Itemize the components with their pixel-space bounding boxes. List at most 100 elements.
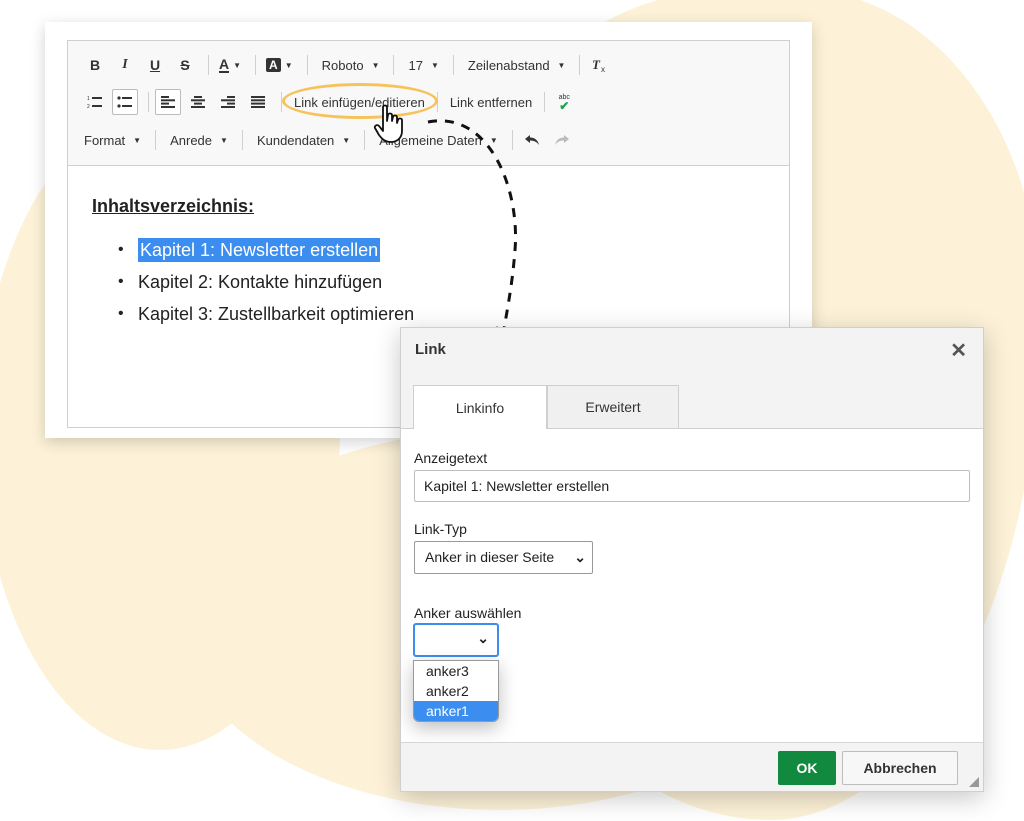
font-family-select[interactable]: Roboto ▼ xyxy=(314,52,388,78)
toolbar-separator xyxy=(452,55,454,75)
justify-button[interactable] xyxy=(245,89,271,115)
svg-text:T: T xyxy=(592,57,601,72)
anchor-label: Anker auswählen xyxy=(414,605,522,621)
toolbar-separator xyxy=(255,55,257,75)
clear-format-button[interactable]: Tx xyxy=(586,52,612,78)
chevron-down-icon: ▼ xyxy=(233,60,242,70)
anchor-select[interactable]: ⌄ xyxy=(413,623,499,657)
list-item: Kapitel 3: Zustellbarkeit optimieren xyxy=(114,298,414,330)
chevron-down-icon: ⌄ xyxy=(477,630,489,646)
undo-icon xyxy=(524,135,539,145)
dialog-title: Link xyxy=(415,341,446,358)
document-list: Kapitel 1: Newsletter erstellen Kapitel … xyxy=(114,234,414,330)
customer-data-select[interactable]: Kundendaten ▼ xyxy=(249,127,358,153)
bold-button[interactable]: B xyxy=(82,52,108,78)
dialog-footer: OK Abbrechen xyxy=(401,742,983,791)
numbered-list-icon: 12 xyxy=(87,96,102,109)
customer-data-value: Kundendaten xyxy=(256,132,335,148)
highlight-circle xyxy=(282,83,438,119)
link-type-value: Anker in dieser Seite xyxy=(425,549,555,565)
align-center-button[interactable] xyxy=(185,89,211,115)
spellcheck-button[interactable]: abc ✔ xyxy=(551,89,577,115)
align-center-icon xyxy=(191,96,205,108)
font-family-value: Roboto xyxy=(321,57,364,73)
chevron-down-icon: ▼ xyxy=(430,60,439,70)
redo-button[interactable] xyxy=(549,127,575,153)
close-icon[interactable]: ✕ xyxy=(950,338,967,363)
anchor-option[interactable]: anker3 xyxy=(414,661,498,681)
italic-button[interactable]: I xyxy=(112,52,138,78)
text-color-icon: A xyxy=(219,56,230,73)
checkmark-icon: ✔ xyxy=(559,99,570,113)
chevron-down-icon: ▼ xyxy=(557,60,566,70)
cancel-button[interactable]: Abbrechen xyxy=(842,751,958,785)
svg-text:x: x xyxy=(601,65,605,73)
anchor-dropdown: anker3 anker2 anker1 xyxy=(413,660,499,722)
strikethrough-button[interactable]: S xyxy=(172,52,198,78)
undo-button[interactable] xyxy=(519,127,545,153)
ok-button[interactable]: OK xyxy=(778,751,836,785)
background-color-button[interactable]: A ▼ xyxy=(262,52,297,78)
dialog-tabs: Linkinfo Erweitert xyxy=(401,373,983,429)
svg-text:1: 1 xyxy=(87,96,90,102)
link-dialog: Link ✕ Linkinfo Erweitert Anzeigetext Ka… xyxy=(400,327,984,792)
bullet-list-icon xyxy=(117,96,132,108)
salutation-select[interactable]: Anrede ▼ xyxy=(162,127,236,153)
font-size-value: 17 xyxy=(408,57,423,73)
redo-icon xyxy=(554,135,569,145)
remove-link-button[interactable]: Link entfernen xyxy=(444,89,538,115)
salutation-value: Anrede xyxy=(170,132,213,148)
tab-linkinfo[interactable]: Linkinfo xyxy=(413,385,547,429)
tab-erweitert[interactable]: Erweitert xyxy=(547,385,679,428)
link-type-label: Link-Typ xyxy=(414,521,467,537)
align-right-icon xyxy=(221,96,235,108)
clear-format-icon: Tx xyxy=(592,57,605,73)
toolbar-separator xyxy=(579,55,581,75)
format-select[interactable]: Format ▼ xyxy=(82,127,149,153)
justify-icon xyxy=(251,96,265,108)
toolbar-separator xyxy=(393,55,395,75)
toolbar-separator xyxy=(511,130,513,150)
toolbar-separator xyxy=(155,130,157,150)
document-heading: Inhaltsverzeichnis: xyxy=(92,196,255,216)
toolbar-separator xyxy=(241,130,243,150)
bullet-list-button[interactable] xyxy=(112,89,138,115)
line-height-value: Zeilenabstand xyxy=(467,57,550,73)
link-type-select[interactable]: Anker in dieser Seite ⌄ xyxy=(414,541,593,574)
list-item: Kapitel 1: Newsletter erstellen xyxy=(114,234,414,266)
selected-text: Kapitel 1: Newsletter erstellen xyxy=(138,238,381,262)
align-left-button[interactable] xyxy=(155,89,181,115)
chevron-down-icon: ▼ xyxy=(371,60,380,70)
numbered-list-button[interactable]: 12 xyxy=(82,89,108,115)
display-text-input[interactable]: Kapitel 1: Newsletter erstellen xyxy=(414,470,970,502)
underline-button[interactable]: U xyxy=(142,52,168,78)
toolbar-separator xyxy=(364,130,366,150)
chevron-down-icon: ▼ xyxy=(220,135,228,145)
chevron-down-icon: ▼ xyxy=(489,135,498,145)
font-size-select[interactable]: 17 ▼ xyxy=(400,52,446,78)
format-value: Format xyxy=(84,132,126,148)
hand-cursor-icon xyxy=(373,104,403,143)
chevron-down-icon: ⌄ xyxy=(574,549,586,565)
background-color-icon: A xyxy=(266,58,281,72)
list-item: Kapitel 2: Kontakte hinzufügen xyxy=(114,266,414,298)
toolbar-separator xyxy=(148,92,149,112)
toolbar-separator xyxy=(544,92,546,112)
toolbar-separator xyxy=(208,55,209,75)
toolbar-row: B I U S A ▼ A ▼ Roboto ▼ 17 ▼ Zeilenabst… xyxy=(82,51,616,79)
chevron-down-icon: ▼ xyxy=(133,135,142,145)
text-color-button[interactable]: A ▼ xyxy=(215,52,245,78)
dialog-titlebar: Link ✕ xyxy=(401,328,983,374)
align-left-icon xyxy=(161,96,175,108)
anchor-option-selected[interactable]: anker1 xyxy=(414,701,498,721)
align-right-button[interactable] xyxy=(215,89,241,115)
chevron-down-icon: ▼ xyxy=(284,60,293,70)
toolbar-row: Format ▼ Anrede ▼ Kundendaten ▼ Allgemei… xyxy=(82,126,579,154)
chevron-down-icon: ▼ xyxy=(342,135,351,145)
line-height-select[interactable]: Zeilenabstand ▼ xyxy=(460,52,574,78)
svg-text:2: 2 xyxy=(87,104,90,109)
resize-grip-icon[interactable] xyxy=(969,777,979,787)
toolbar-separator xyxy=(306,55,308,75)
display-text-label: Anzeigetext xyxy=(414,450,488,466)
anchor-option[interactable]: anker2 xyxy=(414,681,498,701)
